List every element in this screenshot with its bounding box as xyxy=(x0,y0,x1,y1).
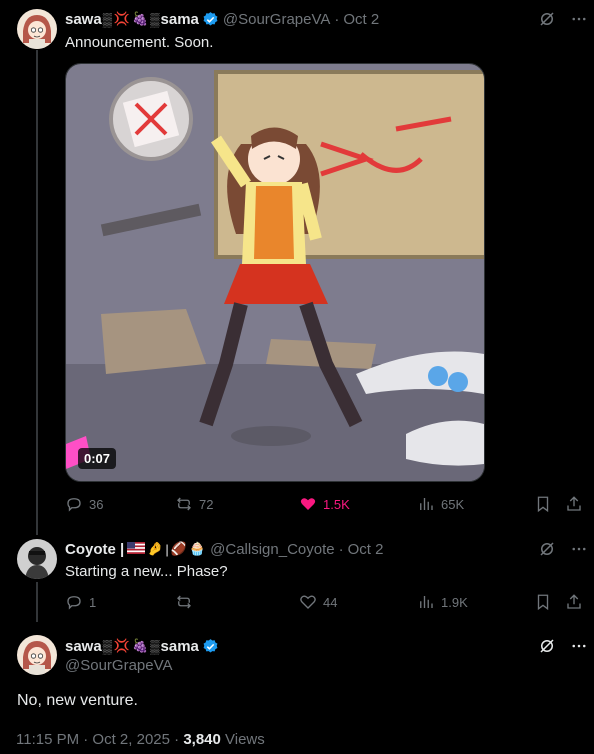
display-name[interactable]: sawa xyxy=(65,11,102,28)
reply-count: 1 xyxy=(89,594,97,610)
bookmark-button[interactable] xyxy=(534,593,552,611)
bookmark-icon xyxy=(537,496,549,513)
emoji-icons: ▒ xyxy=(102,638,112,654)
like-button[interactable]: 44 xyxy=(299,593,337,611)
tweet-date[interactable]: Oct 2 xyxy=(348,541,384,558)
emoji-icons: ▒ xyxy=(150,638,160,654)
grapes-icon: 🍇 xyxy=(132,11,149,26)
tweet-top-icons xyxy=(538,637,588,655)
cupcake-icon: 🧁 xyxy=(188,541,206,556)
emoji-icons: ▒ xyxy=(102,11,112,27)
more-icon[interactable] xyxy=(570,10,588,28)
video-duration: 0:07 xyxy=(78,448,117,469)
reply-icon xyxy=(67,498,81,512)
views-button[interactable]: 65K xyxy=(417,495,464,513)
repost-icon xyxy=(177,497,191,511)
grok-icon[interactable] xyxy=(538,540,556,558)
heart-icon xyxy=(300,498,316,510)
tweet-header: sawa ▒ 💢 🍇 ▒ sama xyxy=(65,636,223,656)
tweet-timestamp: 11:15 PM · Oct 2, 2025 · 3,840 Views xyxy=(16,731,265,748)
like-count: 1.5K xyxy=(323,496,350,512)
more-icon[interactable] xyxy=(570,540,588,558)
reply-count: 36 xyxy=(89,496,104,512)
reply-button[interactable]: 36 xyxy=(65,495,103,513)
handle[interactable]: @SourGrapeVA xyxy=(65,657,173,674)
grok-icon[interactable] xyxy=(538,10,556,28)
like-count: 44 xyxy=(323,594,338,610)
grapes-icon: 🍇 xyxy=(132,638,149,653)
heart-icon xyxy=(300,595,316,609)
video-thumbnail xyxy=(66,64,484,481)
tweet-text: Announcement. Soon. xyxy=(65,34,214,51)
video-player[interactable]: 0:07 xyxy=(65,63,485,482)
views-count: 65K xyxy=(441,496,465,512)
tweet-header: Coyote | 🤌 | 🏈 🧁 @Callsign_Coyote · Oct … xyxy=(65,539,383,559)
share-button[interactable] xyxy=(565,495,583,513)
thread-line-1 xyxy=(36,50,38,535)
separator-bar-icon: | xyxy=(165,541,169,557)
views-count: 3,840 xyxy=(183,731,221,748)
views-button[interactable]: 1.9K xyxy=(417,593,468,611)
repost-icon xyxy=(177,595,191,609)
display-name[interactable]: Coyote | xyxy=(65,541,124,558)
timestamp[interactable]: 11:15 PM · Oct 2, 2025 · xyxy=(16,731,183,748)
views-label: Views xyxy=(220,731,265,748)
tweet-date[interactable]: Oct 2 xyxy=(343,11,379,28)
handle[interactable]: @Callsign_Coyote xyxy=(210,541,334,558)
reply-icon xyxy=(67,596,81,610)
like-button[interactable]: 1.5K xyxy=(299,495,350,513)
pinched-fingers-icon: 🤌 xyxy=(147,541,164,556)
repost-button[interactable]: 72 xyxy=(175,495,213,513)
bookmark-icon xyxy=(537,594,549,611)
repost-button[interactable] xyxy=(175,593,199,611)
grok-icon[interactable] xyxy=(538,637,556,655)
share-icon xyxy=(567,594,581,609)
football-icon: 🏈 xyxy=(170,541,187,556)
emoji-icons: ▒ xyxy=(150,11,160,27)
anger-icon: 💢 xyxy=(113,638,131,653)
separator: · xyxy=(338,540,344,558)
share-button[interactable] xyxy=(565,593,583,611)
display-name[interactable]: sawa xyxy=(65,638,102,655)
repost-count: 72 xyxy=(199,496,214,512)
focus-tweet-text: No, new venture. xyxy=(17,692,138,709)
reply-button[interactable]: 1 xyxy=(65,593,96,611)
tweet-actions: 36 72 1.5K 65K xyxy=(65,495,584,515)
views-icon xyxy=(420,498,433,510)
verified-icon xyxy=(202,11,219,28)
tweet-header: sawa ▒ 💢 🍇 ▒ sama @SourGrapeVA · Oct 2 xyxy=(65,9,379,29)
flag-us-icon xyxy=(127,541,146,557)
tweet-text: Starting a new... Phase? xyxy=(65,563,228,580)
tweet-actions: 1 44 1.9K xyxy=(65,593,584,613)
display-name-suffix[interactable]: sama xyxy=(161,11,199,28)
thread-line-2 xyxy=(36,582,38,622)
tweet-top-icons xyxy=(538,540,588,558)
verified-icon xyxy=(202,638,219,655)
separator: · xyxy=(334,10,340,28)
handle[interactable]: @SourGrapeVA xyxy=(223,11,331,28)
anger-icon: 💢 xyxy=(113,11,131,26)
views-count: 1.9K xyxy=(441,594,468,610)
bookmark-button[interactable] xyxy=(534,495,552,513)
share-icon xyxy=(567,496,581,511)
avatar[interactable] xyxy=(17,9,57,49)
avatar[interactable] xyxy=(17,539,57,579)
tweet-top-icons xyxy=(538,10,588,28)
display-name-suffix[interactable]: sama xyxy=(161,638,199,655)
views-icon xyxy=(420,596,433,608)
more-icon[interactable] xyxy=(570,637,588,655)
avatar[interactable] xyxy=(17,635,57,675)
